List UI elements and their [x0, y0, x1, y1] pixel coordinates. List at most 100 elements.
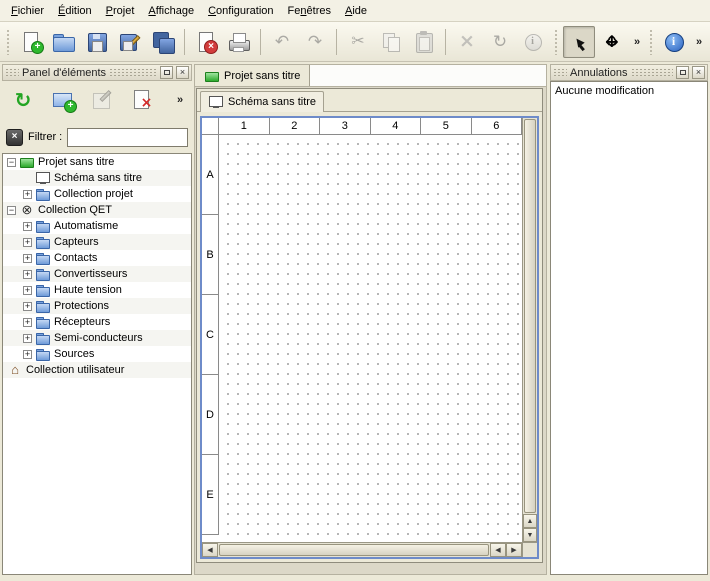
new-document-button[interactable] — [15, 26, 47, 58]
rotate-button[interactable] — [484, 26, 516, 58]
expand-icon[interactable]: + — [23, 286, 32, 295]
tree-item[interactable]: −Projet sans titre — [3, 154, 191, 170]
close-panel-button[interactable]: × — [692, 66, 705, 79]
menu-mnemonic: C — [208, 5, 216, 17]
expand-icon[interactable]: + — [23, 238, 32, 247]
tree-item[interactable]: +Récepteurs — [3, 314, 191, 330]
vertical-scrollbar-thumb[interactable] — [524, 119, 536, 513]
dock-drag-handle[interactable] — [5, 68, 19, 77]
toolbar-handle[interactable] — [649, 29, 654, 55]
copy-button[interactable] — [375, 26, 407, 58]
menu-fenetres[interactable]: Fenêtres — [281, 2, 338, 20]
dock-drag-handle[interactable] — [109, 68, 157, 77]
tree-item[interactable]: Collection utilisateur — [3, 362, 191, 378]
tree-item[interactable]: +Protections — [3, 298, 191, 314]
about-icon — [662, 30, 686, 54]
diagram-view[interactable]: 123456 ABCDE ▲ ▼ ◀ ◀ ▶ — [200, 116, 539, 559]
horizontal-scrollbar-thumb[interactable] — [219, 544, 489, 556]
float-panel-button[interactable] — [160, 66, 173, 79]
tree-item[interactable]: +Semi-conducteurs — [3, 330, 191, 346]
expand-icon[interactable]: + — [23, 190, 32, 199]
select-mode-button[interactable] — [563, 26, 595, 58]
toolbar-overflow-button[interactable]: » — [691, 27, 707, 57]
diagram-body: ABCDE — [202, 135, 522, 542]
scroll-left-button[interactable]: ◀ — [202, 543, 218, 557]
diagram-canvas[interactable] — [219, 135, 522, 542]
scroll-right-button[interactable]: ▶ — [506, 543, 522, 557]
tree-item[interactable]: +Automatisme — [3, 218, 191, 234]
menu-aide[interactable]: Aide — [338, 2, 374, 20]
tree-item-label: Convertisseurs — [54, 268, 127, 280]
rotate-icon — [488, 30, 512, 54]
expand-icon[interactable]: + — [23, 302, 32, 311]
tree-item[interactable]: +Contacts — [3, 250, 191, 266]
expand-icon[interactable]: + — [23, 350, 32, 359]
expand-icon[interactable]: + — [23, 270, 32, 279]
collapse-icon[interactable]: − — [7, 158, 16, 167]
horizontal-scrollbar[interactable]: ◀ ◀ ▶ — [202, 542, 522, 557]
diagram-viewport[interactable]: 123456 ABCDE — [202, 118, 522, 542]
menu-configuration[interactable]: Configuration — [201, 2, 280, 20]
elements-toolbar-overflow-button[interactable]: » — [173, 85, 187, 115]
expand-icon[interactable]: + — [23, 254, 32, 263]
menu-projet[interactable]: Projet — [99, 2, 142, 20]
expand-icon[interactable]: + — [23, 334, 32, 343]
paste-button[interactable] — [408, 26, 440, 58]
save-all-button[interactable] — [147, 26, 179, 58]
scroll-left-button-end[interactable]: ◀ — [490, 543, 506, 557]
tree-item[interactable]: +Collection projet — [3, 186, 191, 202]
clear-filter-button[interactable]: × — [6, 129, 23, 146]
print-button[interactable] — [223, 26, 255, 58]
tree-item[interactable]: +Haute tension — [3, 282, 191, 298]
collapse-icon[interactable]: − — [7, 206, 16, 215]
pan-mode-button[interactable] — [596, 26, 628, 58]
menu-edition[interactable]: Édition — [51, 2, 99, 20]
header-corner — [202, 118, 219, 135]
tree-item[interactable]: Schéma sans titre — [3, 170, 191, 186]
undo-list[interactable]: Aucune modification — [550, 81, 708, 575]
menu-mnemonic: A — [148, 5, 155, 17]
vertical-scrollbar[interactable]: ▲ ▼ — [522, 118, 537, 542]
tools-overflow-button[interactable]: » — [629, 27, 645, 57]
expand-icon[interactable]: + — [23, 222, 32, 231]
clear-filter-icon: × — [12, 132, 18, 142]
float-panel-button[interactable] — [676, 66, 689, 79]
close-panel-button[interactable]: × — [176, 66, 189, 79]
menu-affichage[interactable]: Affichage — [141, 2, 201, 20]
tree-item[interactable]: +Capteurs — [3, 234, 191, 250]
left-arrow-icon: ◀ — [495, 547, 500, 554]
folder-icon — [35, 330, 51, 346]
diagram-properties-button[interactable] — [517, 26, 549, 58]
cut-button[interactable] — [342, 26, 374, 58]
redo-button[interactable] — [299, 26, 331, 58]
expand-icon[interactable]: + — [23, 318, 32, 327]
dock-drag-handle[interactable] — [631, 68, 674, 77]
menu-text: onfiguration — [216, 5, 274, 17]
elements-panel-titlebar[interactable]: Panel d'éléments × — [2, 64, 192, 81]
save-project-button[interactable] — [81, 26, 113, 58]
toolbar-handle[interactable] — [554, 29, 559, 55]
project-tab[interactable]: Projet sans titre — [195, 65, 310, 86]
menu-fichier[interactable]: Fichier — [4, 2, 51, 20]
dock-drag-handle[interactable] — [553, 68, 567, 77]
tree-item[interactable]: + Convertisseurs — [3, 266, 191, 282]
save-as-button[interactable] — [114, 26, 146, 58]
open-project-button[interactable] — [48, 26, 80, 58]
undo-button[interactable] — [266, 26, 298, 58]
scroll-up-button[interactable]: ▲ — [523, 514, 537, 528]
close-project-button[interactable] — [190, 26, 222, 58]
edit-element-button[interactable] — [87, 84, 119, 116]
column-header-cell: 2 — [270, 118, 321, 135]
tree-item[interactable]: +Sources — [3, 346, 191, 362]
new-element-button[interactable] — [47, 84, 79, 116]
delete-element-button[interactable] — [127, 84, 159, 116]
toolbar-handle[interactable] — [6, 29, 11, 55]
delete-button[interactable] — [451, 26, 483, 58]
reload-collections-button[interactable] — [7, 84, 39, 116]
undo-panel-titlebar[interactable]: Annulations × — [550, 64, 708, 81]
scroll-down-button[interactable]: ▼ — [523, 528, 537, 542]
filter-input[interactable] — [67, 128, 188, 147]
tree-item[interactable]: −Collection QET — [3, 202, 191, 218]
schema-tab[interactable]: Schéma sans titre — [200, 91, 324, 112]
about-button[interactable] — [658, 26, 690, 58]
